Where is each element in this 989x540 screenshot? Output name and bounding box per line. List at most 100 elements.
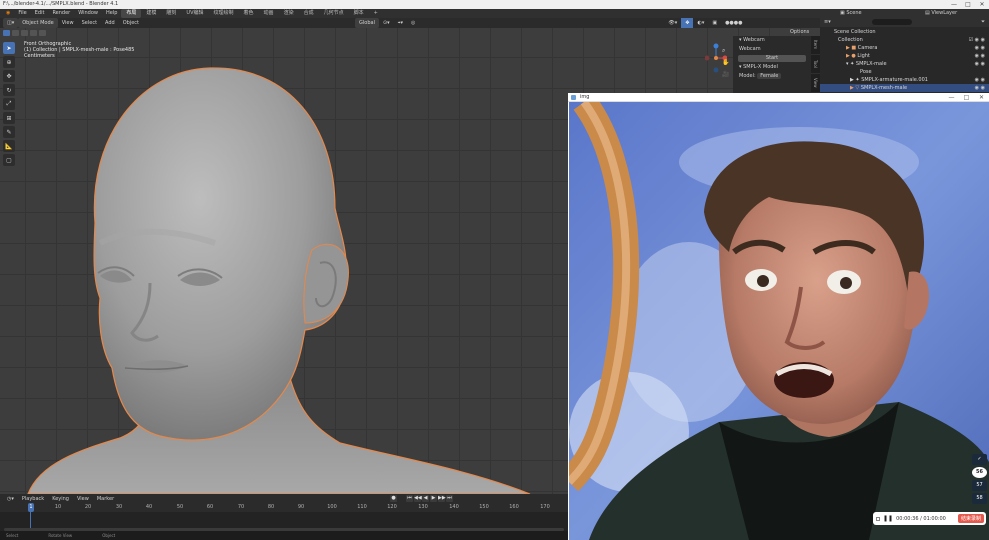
select-mode-invert-icon[interactable] — [30, 29, 37, 36]
image-window-titlebar[interactable]: img — □ ✕ — [568, 93, 989, 102]
tab-geometry-nodes[interactable]: 几何节点 — [319, 9, 349, 18]
next-keyframe-icon[interactable]: ▶▶ — [438, 495, 446, 502]
outliner-row[interactable]: ▶ ● Light ◉ ◉ — [820, 52, 989, 60]
add-cube-icon[interactable]: ▢ — [3, 154, 15, 166]
tab-texture-paint[interactable]: 纹理绘制 — [209, 9, 239, 18]
gizmo-toggle-icon[interactable]: ✥ — [681, 18, 694, 28]
webcam-start-button[interactable]: Start — [738, 55, 806, 62]
visibility-eye-icon[interactable]: ◉ ◉ — [975, 60, 985, 68]
mode-selector[interactable]: Object Mode — [18, 18, 58, 28]
zoom-icon[interactable]: ⌕ — [722, 45, 729, 57]
select-mode-new-icon[interactable] — [3, 29, 10, 36]
menu-view[interactable]: View — [58, 18, 78, 28]
pause-icon[interactable]: ❚❚ — [883, 515, 893, 522]
move-icon[interactable]: ✥ — [3, 70, 15, 82]
tab-uv-editing[interactable]: UV编辑 — [181, 9, 208, 18]
select-mode-subtract-icon[interactable] — [21, 29, 28, 36]
play-reverse-icon[interactable]: ◀ — [422, 495, 429, 502]
rotate-icon[interactable]: ↻ — [3, 84, 15, 96]
close-button[interactable]: ✕ — [975, 0, 989, 9]
maximize-button[interactable]: □ — [961, 0, 975, 9]
image-maximize-button[interactable]: □ — [959, 93, 974, 102]
outliner-row[interactable]: ▶ ■ Camera ◉ ◉ — [820, 44, 989, 52]
measure-icon[interactable]: 📐 — [3, 140, 15, 152]
add-workspace-button[interactable]: + — [369, 9, 383, 18]
outliner-row[interactable]: Collection ☑ ◉ ◉ — [820, 36, 989, 44]
sidebar-tab-tool[interactable]: Tool — [811, 55, 820, 74]
menu-playback[interactable]: Playback — [18, 496, 48, 502]
outliner-row[interactable]: ▾ ✦ SMPLX-male ◉ ◉ — [820, 60, 989, 68]
jump-end-icon[interactable]: ⏭ — [446, 495, 453, 502]
menu-window[interactable]: Window — [74, 9, 102, 18]
menu-render[interactable]: Render — [48, 9, 74, 18]
record-icon[interactable]: ● — [390, 495, 397, 502]
image-minimize-button[interactable]: — — [944, 93, 959, 102]
tab-rendering[interactable]: 渲染 — [279, 9, 299, 18]
tab-sculpting[interactable]: 雕刻 — [161, 9, 181, 18]
visibility-eye-icon[interactable]: ◉ ◉ — [975, 76, 985, 84]
menu-add[interactable]: Add — [101, 18, 119, 28]
annotate-icon[interactable]: ✎ — [3, 126, 15, 138]
transform-icon[interactable]: ⊞ — [3, 112, 15, 124]
shading-modes-icon[interactable]: ●●●● — [721, 18, 746, 28]
visibility-eye-icon[interactable]: ◉ ◉ — [975, 44, 985, 52]
menu-object[interactable]: Object — [119, 18, 143, 28]
frame-ruler[interactable]: 1 10 20 30 40 50 60 70 80 90 100 110 120… — [0, 503, 568, 512]
sidebar-tab-item[interactable]: Item — [811, 36, 820, 55]
menu-help[interactable]: Help — [102, 9, 121, 18]
transform-orientation[interactable]: Global — [355, 18, 379, 28]
pivot-icon[interactable]: ⊙▾ — [379, 18, 394, 28]
visibility-eye-icon[interactable]: ◉ ◉ — [975, 52, 985, 60]
tab-scripting[interactable]: 脚本 — [349, 9, 369, 18]
pan-icon[interactable]: ✋ — [722, 57, 729, 69]
scene-selector[interactable]: ▣ Scene — [840, 9, 862, 18]
editor-type-selector[interactable]: ◫▾ — [3, 18, 19, 28]
menu-marker[interactable]: Marker — [93, 496, 118, 502]
recorder-check-button[interactable]: ✓ — [972, 454, 987, 465]
playhead[interactable]: 1 — [28, 503, 34, 512]
sidebar-tab-view[interactable]: View — [811, 74, 820, 93]
play-icon[interactable]: ▶ — [430, 495, 437, 502]
viewlayer-selector[interactable]: ▤ ViewLayer — [925, 9, 957, 18]
outliner-row[interactable]: Scene Collection — [820, 28, 989, 36]
outliner-row[interactable]: ▶ ✦ SMPLX-armature-male.001 ◉ ◉ — [820, 76, 989, 84]
outliner-row-selected[interactable]: ▶ ▽ SMPLX-mesh-male ◉ ◉ — [820, 84, 989, 92]
visibility-eye-icon[interactable]: ☑ ◉ ◉ — [969, 36, 985, 44]
tab-animation[interactable]: 动画 — [259, 9, 279, 18]
visibility-icon[interactable]: 👁▾ — [664, 18, 681, 28]
menu-file[interactable]: File — [14, 9, 30, 18]
select-mode-extend-icon[interactable] — [12, 29, 19, 36]
scale-icon[interactable]: ⤢ — [3, 98, 15, 110]
model-selector[interactable]: Female — [757, 73, 782, 79]
recorder-counter-badge[interactable]: 56 — [972, 467, 987, 478]
end-recording-button[interactable]: 结束录制 — [957, 514, 984, 523]
overlay-toggle-icon[interactable]: ◐▾ — [693, 18, 708, 28]
visibility-eye-icon[interactable]: ◉ ◉ — [975, 84, 985, 92]
recorder-stop-icon[interactable] — [876, 516, 880, 521]
camera-view-icon[interactable]: 🎥 — [722, 69, 729, 81]
minimize-button[interactable]: — — [947, 0, 961, 9]
snap-icon[interactable]: ⌖▾ — [394, 18, 407, 28]
menu-select[interactable]: Select — [78, 18, 101, 28]
smplx-section-header[interactable]: ▾ SMPL-X Model — [733, 63, 811, 72]
outliner-row[interactable]: Pose — [820, 68, 989, 76]
menu-timeline-view[interactable]: View — [73, 496, 93, 502]
image-close-button[interactable]: ✕ — [974, 93, 989, 102]
select-mode-intersect-icon[interactable] — [39, 29, 46, 36]
menu-keying[interactable]: Keying — [48, 496, 73, 502]
outliner-search[interactable] — [872, 18, 913, 25]
tab-layout[interactable]: 布局 — [121, 9, 142, 18]
tab-compositing[interactable]: 合成 — [299, 9, 319, 18]
menu-edit[interactable]: Edit — [31, 9, 49, 18]
filter-icon[interactable]: ⏷ — [981, 18, 985, 27]
tab-modeling[interactable]: 建模 — [141, 9, 161, 18]
recorder-counter-3[interactable]: 58 — [972, 493, 987, 504]
tab-shading[interactable]: 着色 — [239, 9, 259, 18]
cursor-icon[interactable]: ⊕ — [3, 56, 15, 68]
proportional-edit-icon[interactable]: ◎ — [407, 18, 419, 28]
prev-keyframe-icon[interactable]: ◀◀ — [414, 495, 422, 502]
options-dropdown[interactable]: Options — [790, 29, 809, 35]
xray-icon[interactable]: ▣ — [708, 18, 721, 28]
jump-start-icon[interactable]: ⏮ — [406, 495, 413, 502]
select-box-icon[interactable]: ➤ — [3, 42, 15, 54]
